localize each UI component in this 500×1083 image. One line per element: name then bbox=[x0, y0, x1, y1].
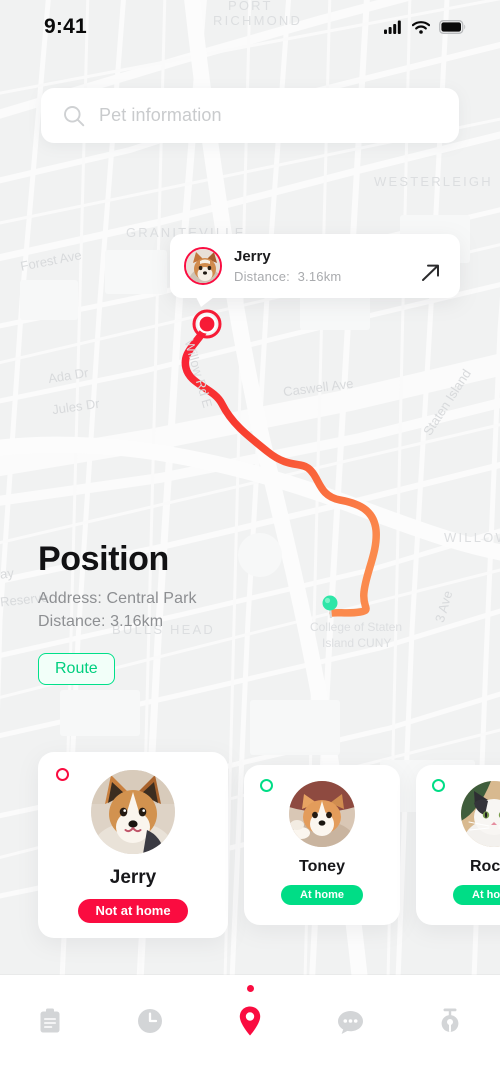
search-icon bbox=[64, 105, 85, 126]
pet-status-ring-icon bbox=[260, 779, 273, 792]
position-address: Address: Central Park bbox=[38, 590, 197, 608]
wifi-icon bbox=[412, 20, 430, 34]
callout-avatar bbox=[184, 247, 222, 285]
clipboard-icon bbox=[40, 1008, 60, 1033]
position-distance: Distance: 3.16km bbox=[38, 613, 164, 631]
pet-status-ring-icon bbox=[56, 768, 69, 781]
pet-avatar bbox=[289, 781, 355, 847]
callout-pet-name: Jerry bbox=[234, 247, 271, 265]
callout-distance: Distance: 3.16km bbox=[234, 269, 420, 284]
status-bar: 9:41 bbox=[0, 0, 500, 54]
status-bar-indicators bbox=[384, 20, 466, 34]
pet-status-ring-icon bbox=[432, 779, 445, 792]
battery-full-icon bbox=[439, 20, 466, 34]
status-bar-time: 9:41 bbox=[44, 15, 87, 38]
search-input[interactable]: Pet information bbox=[99, 105, 222, 126]
location-pin-icon bbox=[239, 1006, 261, 1036]
search-bar[interactable]: Pet information bbox=[41, 88, 459, 143]
pet-tracker-icon bbox=[441, 1008, 459, 1032]
pet-card[interactable]: Rocky At home bbox=[416, 765, 500, 925]
page-title: Position bbox=[38, 540, 169, 578]
pet-avatar bbox=[461, 781, 500, 847]
pet-cards-carousel[interactable]: Jerry Not at home Toney At home Roc At h… bbox=[0, 752, 500, 952]
nav-item-messages[interactable] bbox=[318, 999, 382, 1043]
pet-callout-card[interactable]: Jerry Distance: 3.16km bbox=[170, 234, 460, 298]
pet-status-badge: At home bbox=[453, 885, 500, 905]
app-screen: PORT RICHMOND WESTERLEIGH GRANITEVILLE W… bbox=[0, 0, 500, 1083]
pet-status-badge: Not at home bbox=[78, 899, 188, 923]
callout-distance-label: Distance: bbox=[234, 269, 290, 285]
bottom-navigation-bar bbox=[0, 975, 500, 1083]
search-bar-container: Pet information bbox=[41, 88, 459, 143]
nav-item-device[interactable] bbox=[418, 999, 482, 1043]
pet-avatar bbox=[91, 770, 175, 854]
pet-card[interactable]: Toney At home bbox=[244, 765, 400, 925]
nav-item-history[interactable] bbox=[118, 999, 182, 1043]
callout-distance-value: 3.16km bbox=[297, 269, 342, 285]
nav-item-location[interactable] bbox=[218, 985, 282, 1043]
cellular-signal-icon bbox=[384, 20, 401, 34]
callout-text-block: Jerry Distance: 3.16km bbox=[234, 248, 420, 285]
nav-active-dot-icon bbox=[246, 985, 254, 992]
nav-item-records[interactable] bbox=[18, 999, 82, 1043]
pet-name: Rocky bbox=[469, 858, 500, 875]
clock-icon bbox=[138, 1009, 162, 1033]
pet-card[interactable]: Jerry Not at home bbox=[38, 752, 228, 938]
route-button[interactable]: Route bbox=[38, 653, 115, 686]
pet-status-badge: At home bbox=[281, 885, 363, 905]
pet-name: Toney bbox=[299, 858, 345, 875]
pet-name: Jerry bbox=[109, 867, 157, 888]
arrow-up-right-icon[interactable] bbox=[420, 262, 442, 284]
position-panel: Position Address: Central Park Distance:… bbox=[38, 540, 197, 686]
chat-bubble-icon bbox=[337, 1010, 363, 1034]
